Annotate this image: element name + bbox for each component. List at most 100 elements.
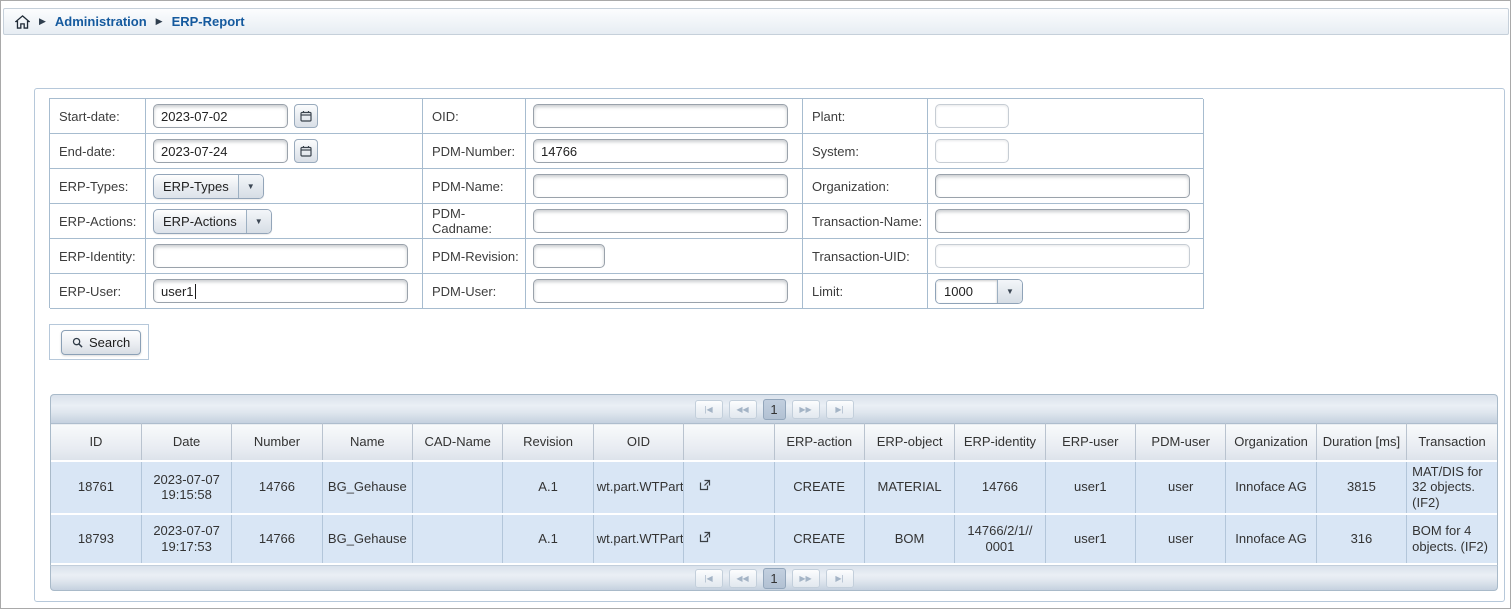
paginator-next-button[interactable]: ▶▶	[792, 400, 820, 419]
cell-erp-user: user1	[1045, 461, 1135, 515]
system-label: System:	[803, 134, 928, 169]
cell-erp-identity: 14766/2/1//0001	[955, 514, 1045, 564]
paginator-prev-button[interactable]: ◀◀	[729, 400, 757, 419]
erp-user-input[interactable]	[153, 279, 408, 303]
transaction-name-label: Transaction-Name:	[803, 204, 928, 239]
col-header-erp-identity[interactable]: ERP-identity	[955, 424, 1045, 461]
table-row[interactable]: 18793 2023-07-07 19:17:53 14766 BG_Gehau…	[51, 514, 1497, 564]
paginator-prev-button[interactable]: ◀◀	[729, 569, 757, 588]
table-body-wrap: ID Date Number Name CAD-Name Revision OI…	[50, 423, 1498, 565]
col-header-revision[interactable]: Revision	[503, 424, 593, 461]
table-header-row: ID Date Number Name CAD-Name Revision OI…	[51, 424, 1497, 461]
calendar-icon	[300, 110, 312, 122]
pdm-cadname-input[interactable]	[533, 209, 788, 233]
col-header-duration[interactable]: Duration [ms]	[1316, 424, 1406, 461]
col-header-pdm-user[interactable]: PDM-user	[1136, 424, 1226, 461]
cell-open-link	[684, 514, 774, 564]
organization-input[interactable]	[935, 174, 1190, 198]
col-header-organization[interactable]: Organization	[1226, 424, 1316, 461]
pdm-user-input[interactable]	[533, 279, 788, 303]
cell-oid: wt.part.WTPart	[593, 514, 683, 564]
cell-number: 14766	[232, 461, 322, 515]
breadcrumb-separator-icon: ▶	[156, 16, 163, 27]
oid-label: OID:	[423, 99, 526, 134]
cell-number: 14766	[232, 514, 322, 564]
end-date-label: End-date:	[50, 134, 146, 169]
breadcrumb-link-administration[interactable]: Administration	[55, 14, 147, 29]
cell-erp-object: BOM	[864, 514, 954, 564]
cell-oid: wt.part.WTPart	[593, 461, 683, 515]
transaction-uid-input[interactable]	[935, 244, 1190, 268]
plant-input[interactable]	[935, 104, 1009, 128]
cell-pdm-user: user	[1136, 514, 1226, 564]
external-link-icon[interactable]	[699, 479, 711, 491]
table-row[interactable]: 18761 2023-07-07 19:15:58 14766 BG_Gehau…	[51, 461, 1497, 515]
col-header-name[interactable]: Name	[322, 424, 412, 461]
col-header-link	[684, 424, 774, 461]
chevron-down-icon: ▼	[238, 175, 263, 198]
erp-actions-label: ERP-Actions:	[50, 204, 146, 239]
start-date-input[interactable]	[153, 104, 288, 128]
results-table: |◀ ◀◀ 1 ▶▶ ▶| ID Date Number	[50, 394, 1498, 591]
col-header-number[interactable]: Number	[232, 424, 322, 461]
cell-name: BG_Gehause	[322, 461, 412, 515]
paginator-first-button[interactable]: |◀	[695, 569, 723, 588]
cell-erp-action: CREATE	[774, 461, 864, 515]
paginator-page-1-button[interactable]: 1	[763, 568, 786, 589]
col-header-oid[interactable]: OID	[593, 424, 683, 461]
main-panel: Start-date: OID: Plant:	[34, 88, 1505, 602]
col-header-erp-action[interactable]: ERP-action	[774, 424, 864, 461]
erp-types-dropdown-label: ERP-Types	[154, 175, 238, 198]
pdm-name-input[interactable]	[533, 174, 788, 198]
cell-name: BG_Gehause	[322, 514, 412, 564]
col-header-cad-name[interactable]: CAD-Name	[413, 424, 503, 461]
cell-erp-object: MATERIAL	[864, 461, 954, 515]
col-header-erp-object[interactable]: ERP-object	[864, 424, 954, 461]
system-input[interactable]	[935, 139, 1009, 163]
cell-organization: Innoface AG	[1226, 461, 1316, 515]
search-button[interactable]: Search	[61, 330, 141, 355]
start-date-calendar-button[interactable]	[294, 104, 318, 128]
col-header-transaction[interactable]: Transaction	[1407, 424, 1497, 461]
pdm-number-input[interactable]	[533, 139, 788, 163]
cell-id: 18761	[51, 461, 141, 515]
paginator-last-button[interactable]: ▶|	[826, 400, 854, 419]
paginator-bottom: |◀ ◀◀ 1 ▶▶ ▶|	[50, 565, 1498, 591]
col-header-id[interactable]: ID	[51, 424, 141, 461]
erp-types-dropdown-button[interactable]: ERP-Types ▼	[153, 174, 264, 199]
pdm-number-label: PDM-Number:	[423, 134, 526, 169]
paginator-top: |◀ ◀◀ 1 ▶▶ ▶|	[50, 394, 1498, 423]
chevron-down-icon: ▼	[997, 280, 1022, 303]
home-icon[interactable]	[15, 15, 30, 29]
pdm-name-label: PDM-Name:	[423, 169, 526, 204]
transaction-uid-label: Transaction-UID:	[803, 239, 928, 274]
end-date-input[interactable]	[153, 139, 288, 163]
organization-label: Organization:	[803, 169, 928, 204]
paginator-next-button[interactable]: ▶▶	[792, 569, 820, 588]
cell-duration: 3815	[1316, 461, 1406, 515]
paginator-first-button[interactable]: |◀	[695, 400, 723, 419]
cell-erp-identity: 14766	[955, 461, 1045, 515]
limit-select[interactable]: 1000 ▼	[935, 279, 1023, 304]
oid-input[interactable]	[533, 104, 788, 128]
calendar-icon	[300, 145, 312, 157]
limit-selected-value: 1000	[936, 280, 997, 303]
col-header-date[interactable]: Date	[141, 424, 231, 461]
paginator-page-1-button[interactable]: 1	[763, 399, 786, 420]
erp-actions-dropdown-button[interactable]: ERP-Actions ▼	[153, 209, 272, 234]
transaction-name-input[interactable]	[935, 209, 1190, 233]
erp-actions-dropdown-label: ERP-Actions	[154, 210, 246, 233]
pdm-cadname-label: PDM-Cadname:	[423, 204, 526, 239]
erp-identity-input[interactable]	[153, 244, 408, 268]
cell-transaction: MAT/DIS for 32 objects. (IF2)	[1407, 461, 1497, 515]
breadcrumb-link-erp-report[interactable]: ERP-Report	[172, 14, 245, 29]
plant-label: Plant:	[803, 99, 928, 134]
paginator-last-button[interactable]: ▶|	[826, 569, 854, 588]
pdm-revision-label: PDM-Revision:	[423, 239, 526, 274]
col-header-erp-user[interactable]: ERP-user	[1045, 424, 1135, 461]
pdm-revision-input[interactable]	[533, 244, 605, 268]
end-date-calendar-button[interactable]	[294, 139, 318, 163]
search-icon	[72, 337, 83, 348]
external-link-icon[interactable]	[699, 531, 711, 543]
cell-cad-name	[413, 514, 503, 564]
